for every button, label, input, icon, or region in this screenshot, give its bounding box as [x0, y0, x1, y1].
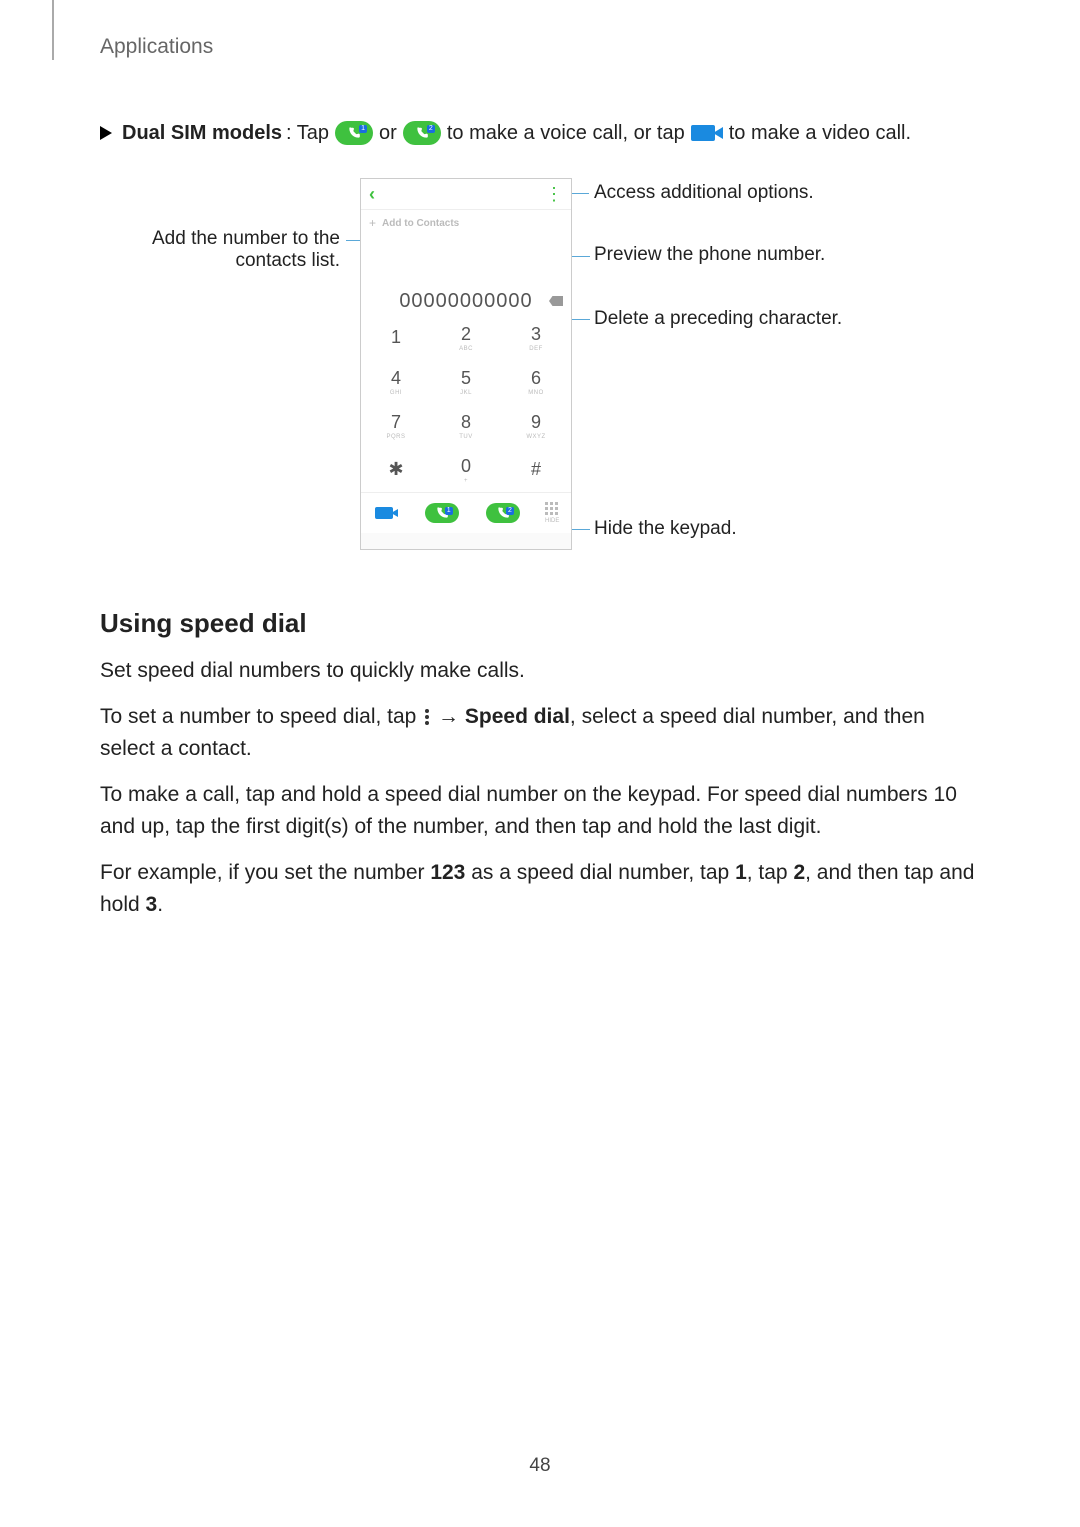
video-call-button[interactable] [375, 507, 398, 519]
key-3[interactable]: 3DEF [501, 316, 571, 360]
key-0[interactable]: 0+ [431, 448, 501, 492]
keypad: 1 2ABC 3DEF 4GHI 5JKL 6MNO 7PQRS 8TUV 9W… [361, 316, 571, 492]
callout-delete-char: Delete a preceding character. [594, 308, 842, 330]
key-5[interactable]: 5JKL [431, 360, 501, 404]
bullet-triangle-icon [100, 126, 112, 140]
more-options-icon [424, 707, 430, 727]
key-1[interactable]: 1 [361, 316, 431, 360]
intro-mid2: to make a voice call, or tap [447, 118, 685, 148]
key-4[interactable]: 4GHI [361, 360, 431, 404]
speed-dial-p2: To set a number to speed dial, tap → Spe… [100, 701, 980, 765]
speed-dial-p4: For example, if you set the number 123 a… [100, 857, 980, 921]
dual-sim-instruction: Dual SIM models: Tap 1 or 2 to make a vo… [100, 118, 980, 148]
call-sim2-icon: 2 [403, 121, 441, 145]
more-options-icon[interactable]: ⋮ [545, 190, 563, 198]
call-sim1-button[interactable]: 1 [425, 503, 459, 523]
page-number: 48 [0, 1455, 1080, 1477]
add-to-contacts-label: Add to Contacts [382, 218, 459, 229]
callout-hide-keypad: Hide the keypad. [594, 518, 737, 540]
dialer-bottom-row: 1 2 HIDE [361, 492, 571, 533]
hide-keypad-button[interactable]: HIDE [545, 502, 559, 524]
sim-badge-1: 1 [359, 125, 367, 133]
callout-access-options: Access additional options. [594, 182, 814, 204]
key-6[interactable]: 6MNO [501, 360, 571, 404]
number-preview-area [361, 236, 571, 286]
entered-number: 00000000000 [399, 290, 532, 313]
sim-badge-2: 2 [427, 125, 435, 133]
key-7[interactable]: 7PQRS [361, 404, 431, 448]
intro-tail: to make a video call. [729, 118, 911, 148]
number-display-row: 00000000000 [361, 286, 571, 316]
dialer-topbar: ‹ ⋮ [361, 179, 571, 210]
speed-dial-p1: Set speed dial numbers to quickly make c… [100, 655, 980, 687]
speed-dial-heading: Using speed dial [100, 608, 980, 639]
section-label: Applications [100, 35, 213, 59]
call-sim2-button[interactable]: 2 [486, 503, 520, 523]
key-9[interactable]: 9WXYZ [501, 404, 571, 448]
speed-dial-p3: To make a call, tap and hold a speed dia… [100, 779, 980, 843]
key-hash[interactable]: # [501, 448, 571, 492]
dialer-diagram: Add the number to the contacts list. Acc… [100, 178, 980, 578]
dialer-mock: ‹ ⋮ + Add to Contacts 00000000000 1 2ABC… [360, 178, 572, 550]
video-call-icon [691, 125, 723, 141]
backspace-icon[interactable] [549, 296, 563, 306]
hide-label: HIDE [545, 518, 559, 524]
add-to-contacts-row[interactable]: + Add to Contacts [361, 210, 571, 236]
page-content: Dual SIM models: Tap 1 or 2 to make a vo… [100, 118, 980, 935]
back-icon[interactable]: ‹ [369, 184, 375, 205]
header-rule [52, 0, 54, 60]
key-star[interactable]: ✱ [361, 448, 431, 492]
intro-or: or [379, 118, 397, 148]
plus-icon: + [369, 216, 376, 230]
call-sim1-icon: 1 [335, 121, 373, 145]
key-2[interactable]: 2ABC [431, 316, 501, 360]
sim-badge-1: 1 [445, 507, 453, 515]
key-8[interactable]: 8TUV [431, 404, 501, 448]
callout-add-contacts: Add the number to the contacts list. [90, 228, 340, 272]
sim-badge-2: 2 [506, 507, 514, 515]
intro-bold: Dual SIM models [122, 118, 282, 148]
intro-tail1: : Tap [286, 118, 329, 148]
callout-preview-number: Preview the phone number. [594, 244, 825, 266]
